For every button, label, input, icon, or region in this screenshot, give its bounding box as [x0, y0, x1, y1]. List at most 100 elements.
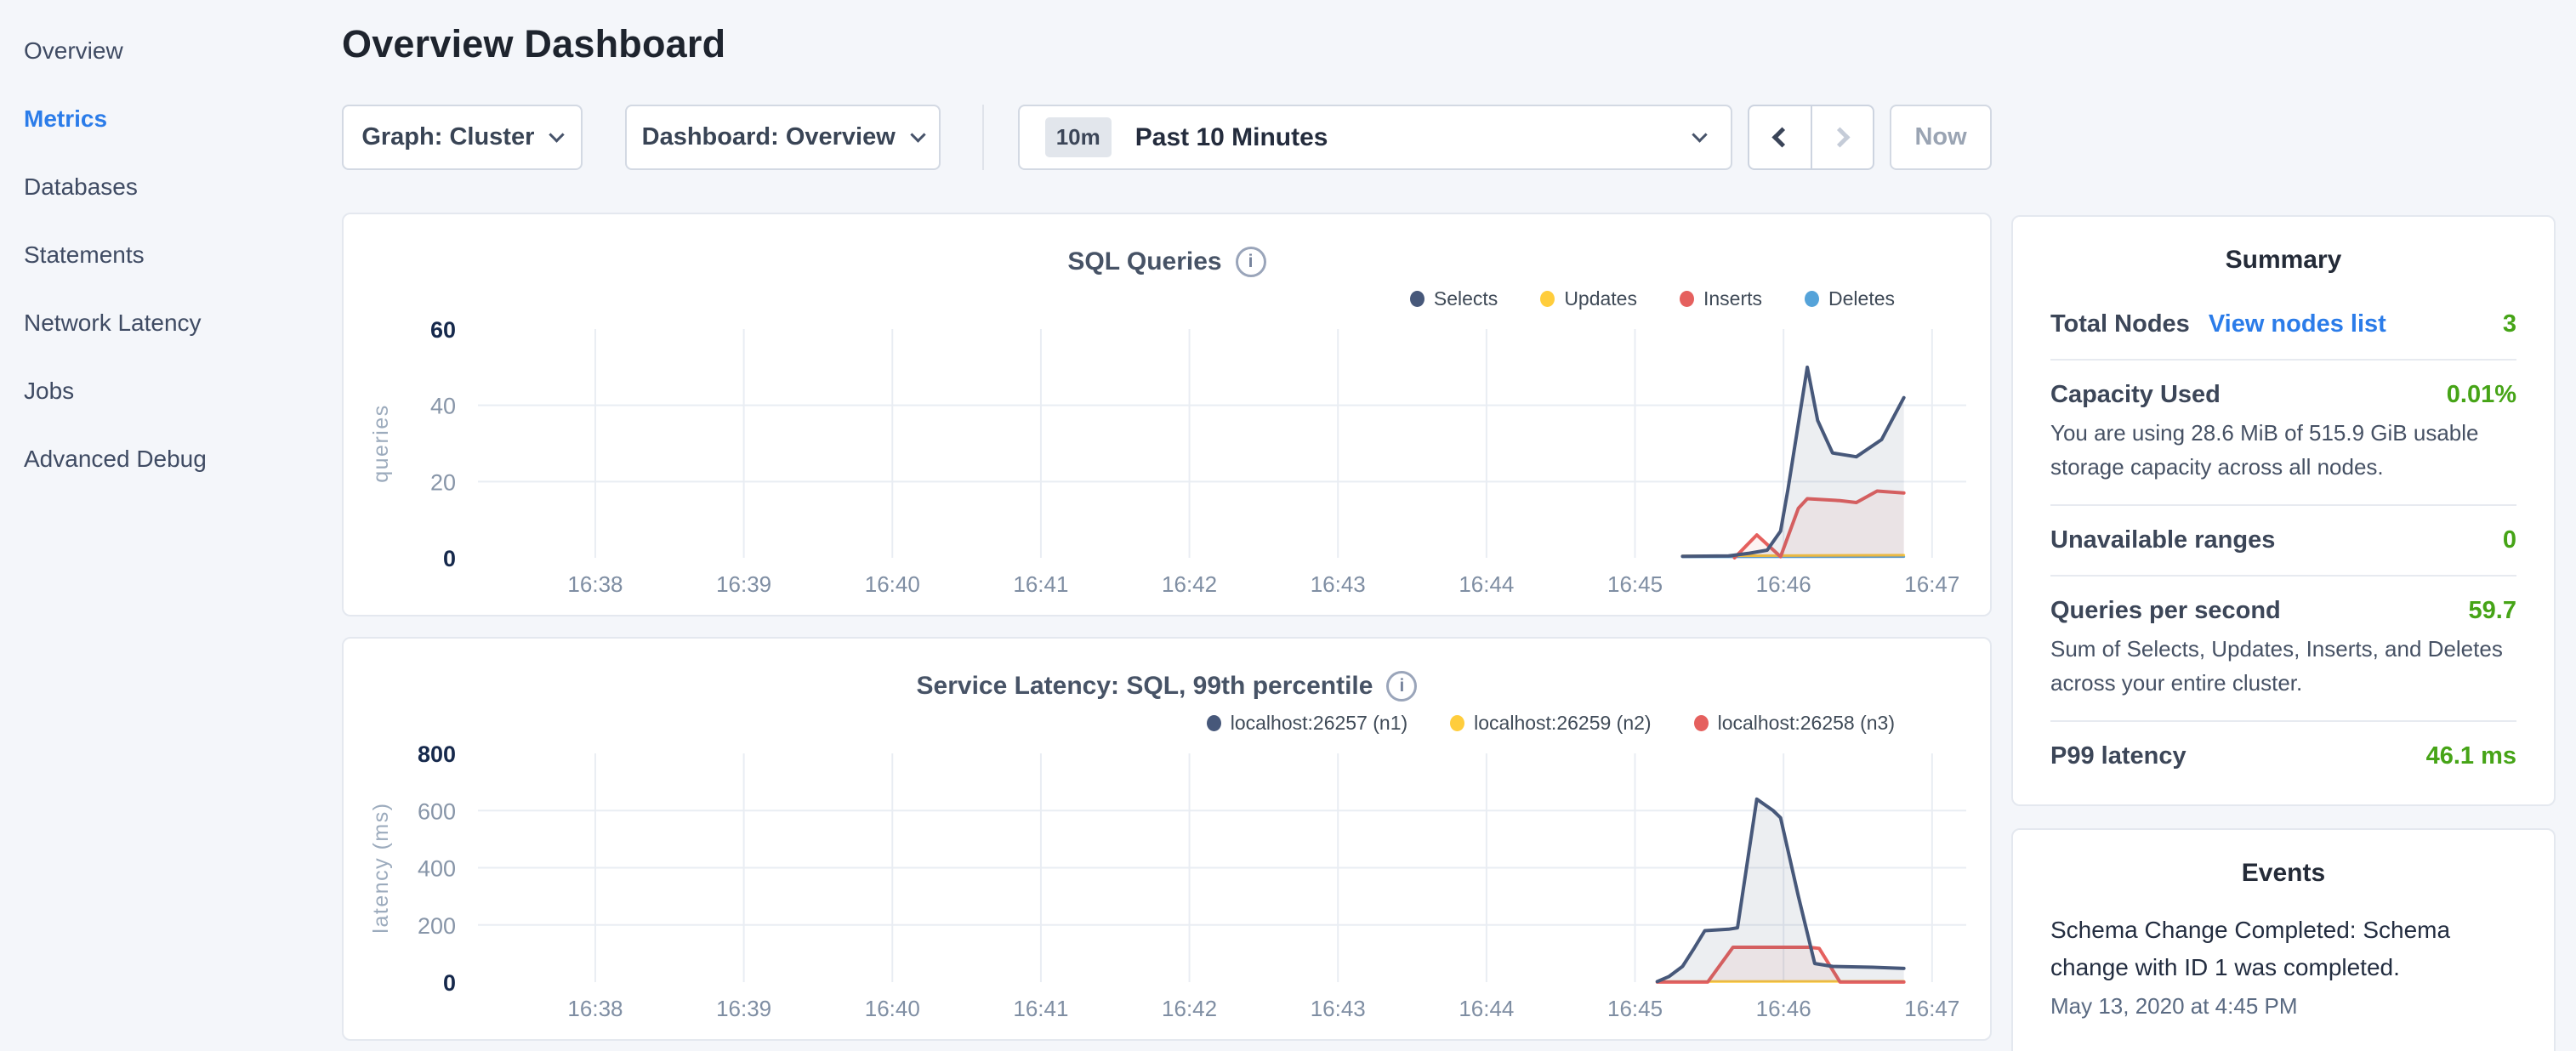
- dashboard-dropdown-label: Dashboard: Overview: [642, 123, 896, 151]
- svg-text:16:41: 16:41: [1013, 996, 1068, 1021]
- legend-dot-icon: [1805, 291, 1819, 307]
- svg-text:16:40: 16:40: [865, 996, 920, 1021]
- legend-label: Inserts: [1703, 287, 1762, 310]
- sidebar-item-jobs[interactable]: Jobs: [24, 357, 323, 425]
- svg-text:16:44: 16:44: [1459, 571, 1514, 597]
- legend-label: Updates: [1564, 287, 1637, 310]
- toolbar-divider: [982, 105, 984, 170]
- svg-text:600: 600: [418, 798, 456, 824]
- chart-legend: localhost:26257 (n1) localhost:26259 (n2)…: [1207, 712, 1895, 735]
- summary-row-total-nodes: Total Nodes View nodes list 3: [2050, 290, 2516, 359]
- summary-row-unavailable-ranges: Unavailable ranges 0: [2050, 504, 2516, 575]
- svg-text:20: 20: [430, 469, 456, 495]
- time-range-label: Past 10 Minutes: [1135, 123, 1328, 152]
- event-timestamp: May 13, 2020 at 4:45 PM: [2050, 993, 2516, 1020]
- legend-item: localhost:26259 (n2): [1450, 712, 1651, 735]
- legend-dot-icon: [1680, 291, 1694, 307]
- view-nodes-list-link[interactable]: View nodes list: [2209, 310, 2386, 338]
- legend-dot-icon: [1410, 291, 1424, 307]
- summary-heading: Summary: [2050, 242, 2516, 275]
- svg-text:16:45: 16:45: [1607, 571, 1663, 597]
- time-step-buttons: [1748, 105, 1874, 170]
- unavailable-ranges-label: Unavailable ranges: [2050, 526, 2275, 554]
- summary-panel: Summary Total Nodes View nodes list 3 Ca…: [2011, 215, 2556, 806]
- total-nodes-label: Total Nodes: [2050, 310, 2190, 338]
- sql-queries-chart-card: SQL Queries i Selects Updates Inserts Delet…: [342, 213, 1992, 616]
- chart-legend: Selects Updates Inserts Deletes: [1410, 287, 1895, 310]
- event-item[interactable]: Schema Change Completed: Schema change w…: [2050, 912, 2516, 1020]
- svg-text:16:38: 16:38: [567, 996, 623, 1021]
- svg-text:0: 0: [443, 970, 456, 996]
- sidebar-item-databases[interactable]: Databases: [24, 153, 323, 221]
- main-content: Overview Dashboard Graph: Cluster Dashbo…: [342, 0, 1992, 1041]
- summary-row-p99: P99 latency 46.1 ms: [2050, 720, 2516, 791]
- time-back-button[interactable]: [1749, 106, 1811, 168]
- svg-text:16:39: 16:39: [716, 571, 771, 597]
- sidebar-item-network-latency[interactable]: Network Latency: [24, 289, 323, 357]
- time-forward-button[interactable]: [1811, 106, 1874, 168]
- legend-item: Updates: [1540, 287, 1637, 310]
- legend-item: Deletes: [1805, 287, 1895, 310]
- sidebar-item-statements[interactable]: Statements: [24, 221, 323, 289]
- events-panel: Events Schema Change Completed: Schema c…: [2011, 828, 2556, 1051]
- svg-text:0: 0: [443, 546, 456, 571]
- summary-row-capacity: Capacity Used 0.01% You are using 28.6 M…: [2050, 359, 2516, 504]
- legend-dot-icon: [1450, 715, 1464, 731]
- queries-per-second-description: Sum of Selects, Updates, Inserts, and De…: [2050, 632, 2516, 700]
- chart-title: Service Latency: SQL, 99th percentile: [917, 672, 1373, 701]
- svg-text:16:40: 16:40: [865, 571, 920, 597]
- now-button[interactable]: Now: [1890, 105, 1992, 170]
- legend-item: localhost:26258 (n3): [1694, 712, 1895, 735]
- total-nodes-value: 3: [2503, 310, 2516, 338]
- chevron-down-icon: [1692, 127, 1707, 142]
- chevron-right-icon: [1829, 127, 1850, 147]
- app-root: Overview Metrics Databases Statements Ne…: [0, 0, 2576, 1051]
- svg-text:16:44: 16:44: [1459, 996, 1514, 1021]
- chart-title-row: SQL Queries i: [344, 247, 1990, 277]
- chart-title: SQL Queries: [1067, 247, 1221, 276]
- capacity-used-label: Capacity Used: [2050, 381, 2221, 409]
- right-column: Summary Total Nodes View nodes list 3 Ca…: [2011, 215, 2556, 1051]
- legend-dot-icon: [1694, 715, 1709, 731]
- legend-item: localhost:26257 (n1): [1207, 712, 1407, 735]
- legend-label: localhost:26257 (n1): [1231, 712, 1407, 735]
- svg-text:60: 60: [430, 317, 456, 343]
- svg-text:200: 200: [418, 913, 456, 939]
- legend-dot-icon: [1207, 715, 1221, 731]
- sidebar-item-advanced-debug[interactable]: Advanced Debug: [24, 425, 323, 493]
- page-title: Overview Dashboard: [342, 22, 1992, 66]
- svg-text:400: 400: [418, 856, 456, 882]
- time-range-dropdown[interactable]: 10m Past 10 Minutes: [1018, 105, 1732, 170]
- svg-text:16:47: 16:47: [1904, 571, 1959, 597]
- dashboard-dropdown[interactable]: Dashboard: Overview: [625, 105, 941, 170]
- svg-text:16:47: 16:47: [1904, 996, 1959, 1021]
- svg-text:16:46: 16:46: [1756, 996, 1811, 1021]
- svg-text:latency (ms): latency (ms): [369, 802, 393, 933]
- svg-text:queries: queries: [369, 404, 393, 483]
- capacity-used-value: 0.01%: [2447, 381, 2516, 409]
- chevron-down-icon: [910, 127, 925, 142]
- chevron-left-icon: [1772, 127, 1793, 147]
- sidebar-item-overview[interactable]: Overview: [24, 17, 323, 85]
- events-heading: Events: [2050, 855, 2516, 888]
- info-icon[interactable]: i: [1236, 247, 1266, 277]
- svg-text:40: 40: [430, 394, 456, 419]
- summary-rows: Total Nodes View nodes list 3 Capacity U…: [2050, 290, 2516, 791]
- info-icon[interactable]: i: [1386, 671, 1417, 702]
- svg-text:16:45: 16:45: [1607, 996, 1663, 1021]
- sidebar-item-metrics[interactable]: Metrics: [24, 85, 323, 153]
- graph-scope-dropdown[interactable]: Graph: Cluster: [342, 105, 583, 170]
- event-message: Schema Change Completed: Schema change w…: [2050, 912, 2516, 986]
- p99-latency-value: 46.1 ms: [2426, 742, 2516, 770]
- svg-text:16:43: 16:43: [1311, 571, 1366, 597]
- unavailable-ranges-value: 0: [2503, 526, 2516, 554]
- legend-label: Deletes: [1828, 287, 1895, 310]
- svg-text:16:46: 16:46: [1756, 571, 1811, 597]
- legend-label: localhost:26258 (n3): [1718, 712, 1895, 735]
- legend-label: localhost:26259 (n2): [1474, 712, 1651, 735]
- sidebar: Overview Metrics Databases Statements Ne…: [0, 0, 323, 493]
- queries-per-second-value: 59.7: [2469, 597, 2516, 625]
- legend-item: Selects: [1410, 287, 1498, 310]
- chart-title-row: Service Latency: SQL, 99th percentile i: [344, 671, 1990, 702]
- p99-latency-label: P99 latency: [2050, 742, 2186, 770]
